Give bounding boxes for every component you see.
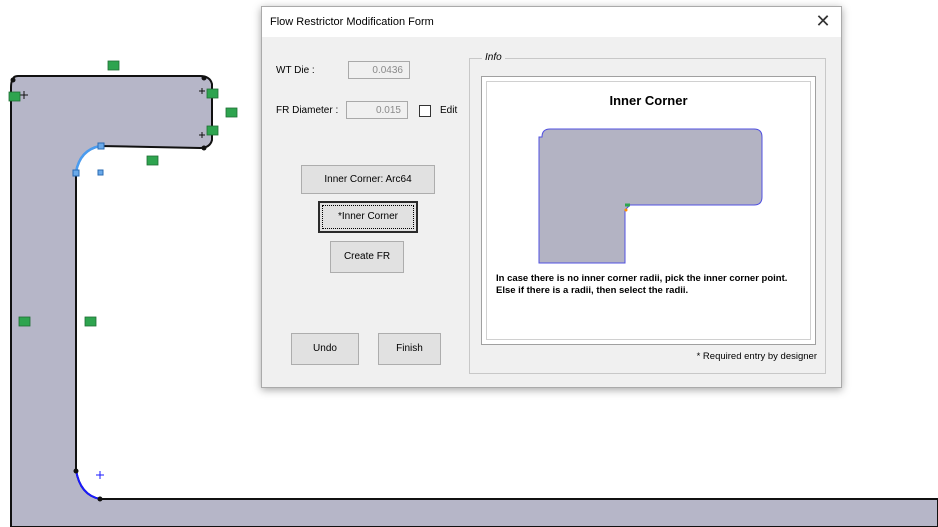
finish-button-label: Finish bbox=[396, 343, 423, 354]
info-instructions: In case there is no inner corner radii, … bbox=[496, 273, 796, 297]
fr-diameter-field[interactable]: 0.015 bbox=[346, 101, 408, 119]
undo-button-label: Undo bbox=[313, 343, 337, 354]
inner-corner-arc-button[interactable]: Inner Corner: Arc64 bbox=[301, 165, 435, 194]
inner-corner-diagram bbox=[538, 128, 763, 264]
fr-diameter-label: FR Diameter : bbox=[276, 105, 339, 116]
finish-button[interactable]: Finish bbox=[378, 333, 441, 365]
dialog-titlebar[interactable]: Flow Restrictor Modification Form ✕ bbox=[262, 7, 841, 37]
edit-label: Edit bbox=[440, 105, 458, 116]
undo-button[interactable]: Undo bbox=[291, 333, 359, 365]
create-fr-button[interactable]: Create FR bbox=[330, 241, 404, 273]
edit-checkbox[interactable] bbox=[419, 105, 431, 117]
info-legend: Info bbox=[482, 52, 505, 63]
close-button[interactable]: ✕ bbox=[811, 9, 835, 33]
flow-restrictor-dialog: Flow Restrictor Modification Form ✕ WT D… bbox=[261, 6, 842, 388]
info-panel: Inner Corner In case there is no inner c… bbox=[481, 76, 816, 345]
inner-corner-button[interactable]: *Inner Corner bbox=[318, 201, 418, 233]
inner-corner-arc-button-label: Inner Corner: Arc64 bbox=[324, 174, 412, 185]
instruction-line-2: Else if there is a radii, then select th… bbox=[496, 285, 689, 296]
create-fr-button-label: Create FR bbox=[343, 251, 391, 262]
wt-die-field[interactable]: 0.0436 bbox=[348, 61, 410, 79]
wt-die-label: WT Die : bbox=[276, 65, 315, 76]
inner-corner-button-label: *Inner Corner bbox=[337, 211, 399, 222]
required-note: * Required entry by designer bbox=[696, 351, 817, 362]
diagram-profile bbox=[538, 128, 763, 264]
arc-center-marks bbox=[96, 471, 104, 479]
dialog-title: Flow Restrictor Modification Form bbox=[270, 16, 434, 28]
instruction-line-1: In case there is no inner corner radii, … bbox=[496, 273, 788, 284]
info-frame: Info Inner Corner In case there is no in… bbox=[469, 52, 826, 374]
diagram-corner-point bbox=[624, 208, 628, 212]
